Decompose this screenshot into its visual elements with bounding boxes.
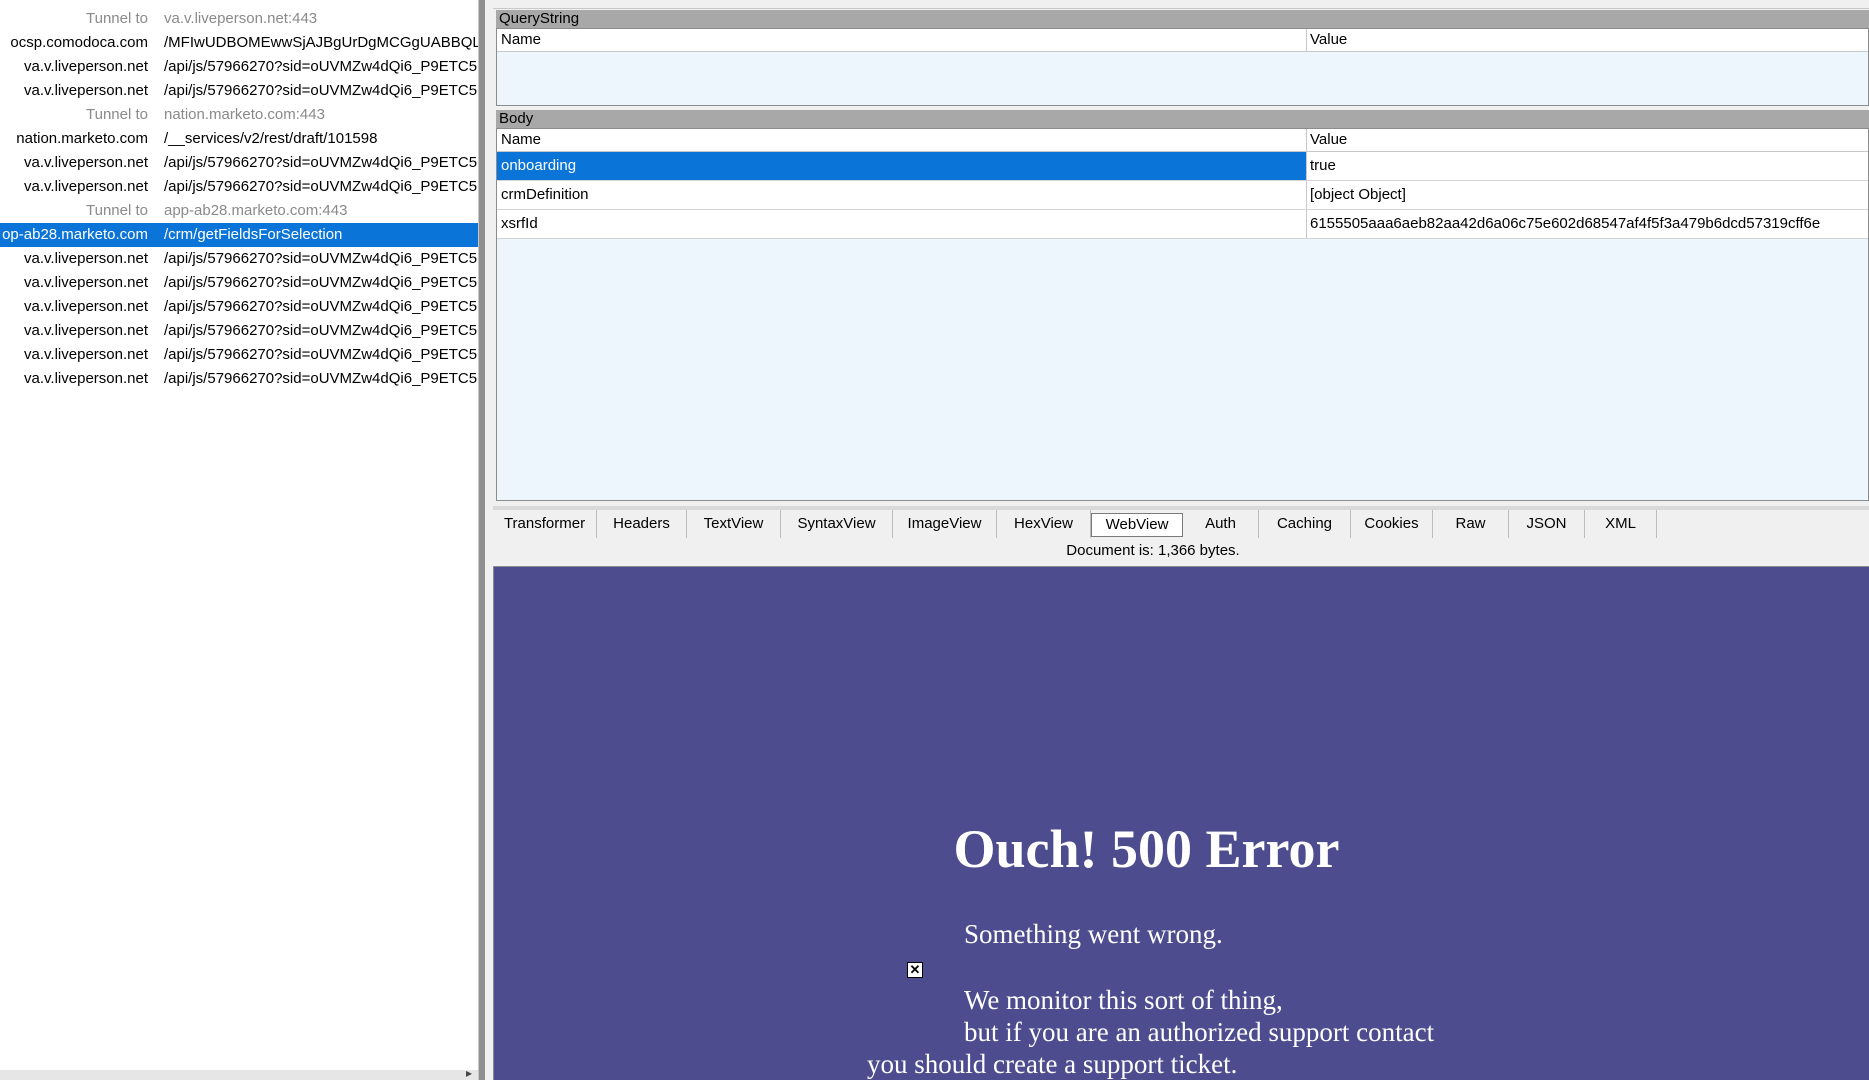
session-host: va.v.liveperson.net [24,346,148,363]
session-row[interactable]: va.v.liveperson.net/api/js/57966270?sid=… [0,343,478,367]
session-host: nation.marketo.com [16,130,148,147]
session-row[interactable]: va.v.liveperson.net/api/js/57966270?sid=… [0,295,478,319]
session-row[interactable]: va.v.liveperson.net/api/js/57966270?sid=… [0,79,478,103]
session-url: /api/js/57966270?sid=oUVMZw4dQi6_P9ETC5 [164,82,478,99]
session-url: /api/js/57966270?sid=oUVMZw4dQi6_P9ETC5 [164,346,478,363]
body-row-value: [object Object] [1310,186,1406,203]
querystring-header: QueryString [496,10,1869,28]
session-host: op-ab28.marketo.com [2,226,148,243]
session-row[interactable]: va.v.liveperson.net/api/js/57966270?sid=… [0,247,478,271]
session-row[interactable]: va.v.liveperson.net/api/js/57966270?sid=… [0,367,478,391]
session-list[interactable]: Tunnel to va.v.liveperson.net:443 ocsp.com… [0,0,478,1080]
error-text-line: We monitor this sort of thing, [964,985,1283,1015]
session-url: /MFIwUDBOMEwwSjAJBgUrDgMCGgUABBQLqI [164,34,478,51]
body-grid[interactable]: Name Value onboarding true crmDefinition… [496,128,1869,501]
pane-splitter-gap [485,0,493,1080]
session-host: Tunnel to [86,202,148,219]
tab-headers[interactable]: Headers [597,510,687,538]
tab-textview[interactable]: TextView [687,510,781,538]
horizontal-scrollbar[interactable]: ▸ [0,1066,478,1080]
tab-xml[interactable]: XML [1585,510,1657,538]
session-row[interactable]: va.v.liveperson.net/api/js/57966270?sid=… [0,271,478,295]
session-row[interactable]: ocsp.comodoca.com/MFIwUDBOMEwwSjAJBgUrDg… [0,31,478,55]
session-url: nation.marketo.com:443 [164,106,325,123]
tab-syntaxview[interactable]: SyntaxView [781,510,893,538]
querystring-grid[interactable]: Name Value [496,28,1869,106]
session-host: Tunnel to [86,106,148,123]
session-url: /api/js/57966270?sid=oUVMZw4dQi6_P9ETC5 [164,370,478,387]
session-row[interactable]: va.v.liveperson.net/api/js/57966270?sid=… [0,319,478,343]
request-tabstrip [493,0,1869,9]
querystring-col-name[interactable]: Name [501,29,541,51]
session-url: /api/js/57966270?sid=oUVMZw4dQi6_P9ETC5 [164,298,478,315]
session-row[interactable]: nation.marketo.com /__services/v2/rest/dr… [0,127,478,151]
session-row[interactable]: Tunnel to va.v.liveperson.net:443 [0,7,478,31]
session-url: /api/js/57966270?sid=oUVMZw4dQi6_P9ETC5 [164,154,478,171]
response-tabs: Transformer Headers TextView SyntaxView … [493,510,1869,538]
body-grid-header: Name Value [497,129,1868,152]
body-header: Body [496,110,1869,128]
session-row[interactable]: va.v.liveperson.net/api/js/57966270?sid=… [0,55,478,79]
session-url: /api/js/57966270?sid=oUVMZw4dQi6_P9ETC5 [164,250,478,267]
tab-transformer[interactable]: Transformer [493,510,597,538]
request-inspector: QueryString Name Value Body Name Value o… [493,0,1869,1080]
session-host: va.v.liveperson.net [24,82,148,99]
session-row[interactable]: Tunnel to nation.marketo.com:443 [0,103,478,127]
session-url: va.v.liveperson.net:443 [164,10,318,27]
document-size-info: Document is: 1,366 bytes. [1066,542,1240,559]
scroll-right-icon[interactable]: ▸ [466,1066,472,1080]
error-text-line: you should create a support ticket. [867,1049,1238,1079]
session-row[interactable]: va.v.liveperson.net/api/js/57966270?sid=… [0,151,478,175]
tab-cookies[interactable]: Cookies [1351,510,1433,538]
body-row-name: xsrfId [501,215,538,232]
broken-image-icon: ✕ [907,962,923,978]
body-row-value: true [1310,157,1336,174]
session-row[interactable]: op-ab28.marketo.com/crm/getFieldsForSele… [0,223,478,247]
session-url: /api/js/57966270?sid=oUVMZw4dQi6_P9ETC5 [164,322,478,339]
body-row-name: onboarding [497,152,1306,180]
session-host: va.v.liveperson.net [24,250,148,267]
tab-caching[interactable]: Caching [1259,510,1351,538]
tab-raw[interactable]: Raw [1433,510,1509,538]
tab-auth[interactable]: Auth [1183,510,1259,538]
tab-imageview[interactable]: ImageView [893,510,997,538]
error-title: Ouch! 500 Error [953,819,1340,879]
session-host: Tunnel to [86,10,148,27]
tab-hexview[interactable]: HexView [997,510,1091,538]
querystring-grid-header: Name Value [497,29,1868,52]
body-row[interactable]: xsrfId 6155505aaa6aeb82aa42d6a06c75e602d… [497,210,1868,239]
querystring-col-value[interactable]: Value [1310,29,1347,51]
session-host: va.v.liveperson.net [24,58,148,75]
session-host: ocsp.comodoca.com [10,34,148,51]
session-host: va.v.liveperson.net [24,370,148,387]
webview-panel[interactable]: Ouch! 500 Error Something went wrong. ✕ … [493,566,1869,1080]
session-host: va.v.liveperson.net [24,178,148,195]
body-row[interactable]: crmDefinition [object Object] [497,181,1868,210]
tab-json[interactable]: JSON [1509,510,1585,538]
body-row-name: crmDefinition [501,186,589,203]
tab-webview[interactable]: WebView [1091,513,1183,537]
session-url: /api/js/57966270?sid=oUVMZw4dQi6_P9ETC5 [164,178,478,195]
session-url: /api/js/57966270?sid=oUVMZw4dQi6_P9ETC5 [164,274,478,291]
session-url: app-ab28.marketo.com:443 [164,202,348,219]
session-host: va.v.liveperson.net [24,274,148,291]
body-col-name[interactable]: Name [501,129,541,151]
session-url: /api/js/57966270?sid=oUVMZw4dQi6_P9ETC5 [164,58,478,75]
body-row[interactable]: onboarding true [497,152,1868,181]
error-text-line: but if you are an authorized support con… [964,1017,1435,1047]
session-url: /crm/getFieldsForSelection [164,226,343,243]
session-row[interactable]: Tunnel to app-ab28.marketo.com:443 [0,199,478,223]
session-host: va.v.liveperson.net [24,322,148,339]
error-text-line: Something went wrong. [964,919,1223,949]
session-host: va.v.liveperson.net [24,154,148,171]
body-row-value: 6155505aaa6aeb82aa42d6a06c75e602d68547af… [1310,215,1821,232]
session-row[interactable]: va.v.liveperson.net/api/js/57966270?sid=… [0,175,478,199]
session-url: /__services/v2/rest/draft/101598 [164,130,378,147]
session-host: va.v.liveperson.net [24,298,148,315]
body-col-value[interactable]: Value [1310,129,1347,151]
